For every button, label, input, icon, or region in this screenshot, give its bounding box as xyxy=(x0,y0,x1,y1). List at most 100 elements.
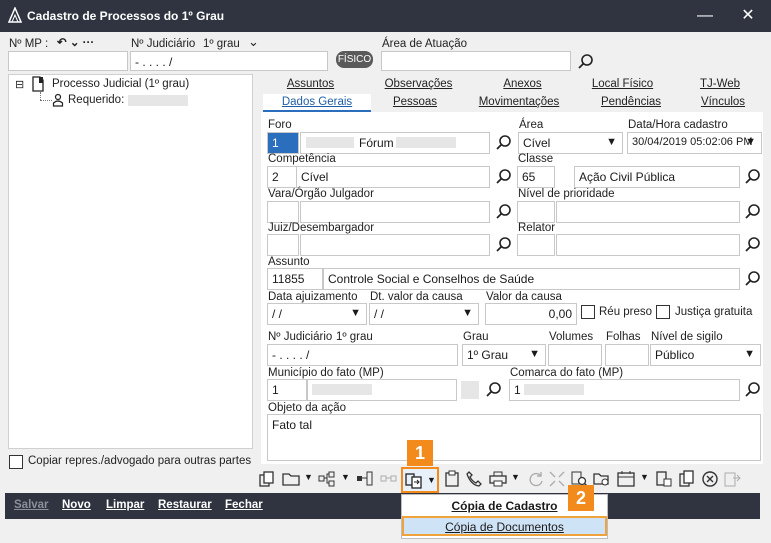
nj-search-input[interactable]: - . . . . / xyxy=(130,51,328,71)
justica-gratuita-checkbox[interactable] xyxy=(656,305,670,319)
tab-tj-web[interactable]: TJ-Web xyxy=(680,76,760,94)
relator-label: Relator xyxy=(518,222,556,234)
copy-icon[interactable] xyxy=(258,470,276,488)
close-button[interactable]: ✕ xyxy=(726,0,770,32)
assunto-name-input[interactable]: Controle Social e Conselhos de Saúde xyxy=(323,268,740,290)
hierarchy-dropdown-icon[interactable]: ▼ xyxy=(341,472,350,482)
area-atuacao-input[interactable] xyxy=(381,51,571,71)
vara-code-input[interactable] xyxy=(267,201,299,223)
classe-search-icon[interactable] xyxy=(743,167,763,187)
sigilo-select[interactable]: Público ▼ xyxy=(650,344,761,366)
prioridade-search-icon[interactable] xyxy=(743,202,763,222)
copy-documents-icon[interactable] xyxy=(405,471,423,489)
foro-code-input[interactable]: 1 xyxy=(267,132,299,154)
nj-form-input[interactable]: - . . . . / xyxy=(267,344,458,366)
objeto-textarea[interactable]: Fato tal xyxy=(267,414,761,461)
comarca-search-icon[interactable] xyxy=(743,380,763,400)
calendar-dropdown-icon[interactable]: ▼ xyxy=(640,472,649,482)
tab-pendencias[interactable]: Pendências xyxy=(582,94,680,112)
nmp-label: Nº MP : xyxy=(9,38,49,50)
phone-icon[interactable] xyxy=(465,470,483,488)
expand-icon xyxy=(549,471,565,487)
app-icon xyxy=(8,7,22,23)
tab-anexos[interactable]: Anexos xyxy=(480,76,565,94)
limpar-button[interactable]: Limpar xyxy=(106,499,144,511)
restaurar-button[interactable]: Restaurar xyxy=(158,499,212,511)
competencia-name-input[interactable]: Cível xyxy=(296,166,490,188)
vara-name-input[interactable] xyxy=(300,201,490,223)
foro-name-prefix: Fórum xyxy=(359,136,394,150)
link-node-icon[interactable] xyxy=(356,470,374,488)
relator-code-input[interactable] xyxy=(517,234,555,256)
print-icon[interactable] xyxy=(489,470,507,488)
municipio-code-input[interactable]: 1 xyxy=(267,379,307,401)
tree-child-label[interactable]: Requerido: xyxy=(68,94,124,106)
juiz-search-icon[interactable] xyxy=(494,235,514,255)
attach-doc-icon[interactable] xyxy=(655,470,673,488)
nj-grau-chevron-icon[interactable]: ⌄ xyxy=(248,34,259,50)
vara-search-icon[interactable] xyxy=(494,202,514,222)
datahora-value: 30/04/2019 05:02:06 PM xyxy=(632,136,753,148)
tab-local-fisico[interactable]: Local Físico xyxy=(570,76,675,94)
tree-root-label[interactable]: Processo Judicial (1º grau) xyxy=(52,78,189,90)
search-icon[interactable] xyxy=(576,52,596,72)
salvar-button[interactable]: Salvar xyxy=(14,499,49,511)
cancel-doc-icon[interactable] xyxy=(701,470,719,488)
foro-search-icon[interactable] xyxy=(494,133,514,153)
nmp-input[interactable] xyxy=(8,51,128,71)
volumes-input[interactable] xyxy=(548,344,602,366)
print-dropdown-icon[interactable]: ▼ xyxy=(511,472,520,482)
hierarchy-icon[interactable] xyxy=(318,470,336,488)
folder-search-icon[interactable] xyxy=(593,470,611,488)
paste-icon[interactable] xyxy=(443,470,461,488)
tab-dados-gerais[interactable]: Dados Gerais xyxy=(263,94,371,112)
valor-causa-input[interactable]: 0,00 xyxy=(485,303,577,325)
folder-dropdown-icon[interactable]: ▼ xyxy=(304,472,313,482)
tab-vinculos[interactable]: Vínculos xyxy=(684,94,762,112)
dt-valor-select[interactable]: / / ▼ xyxy=(369,303,479,325)
menu-copia-documentos[interactable]: Cópia de Documentos xyxy=(402,516,607,536)
reu-preso-checkbox[interactable] xyxy=(581,305,595,319)
classe-name-input[interactable]: Ação Civil Pública xyxy=(574,166,740,188)
copy-repres-checkbox[interactable] xyxy=(9,455,23,469)
calendar-icon[interactable] xyxy=(617,470,635,488)
chevron-down-icon: ▼ xyxy=(350,307,361,319)
title-bar: Cadastro de Processos do 1º Grau — ✕ xyxy=(0,0,771,32)
datahora-label: Data/Hora cadastro xyxy=(628,119,728,131)
doc-stack-icon[interactable] xyxy=(678,470,696,488)
relator-name-input[interactable] xyxy=(556,234,740,256)
area-select[interactable]: Cível ▼ xyxy=(518,132,623,154)
tab-pessoas[interactable]: Pessoas xyxy=(375,94,455,112)
competencia-search-icon[interactable] xyxy=(494,167,514,187)
juiz-label: Juiz/Desembargador xyxy=(268,222,375,234)
novo-button[interactable]: Novo xyxy=(62,499,91,511)
municipio-search-icon[interactable] xyxy=(484,380,504,400)
folder-icon[interactable] xyxy=(282,470,300,488)
copy-dropdown-icon[interactable]: ▼ xyxy=(427,475,436,485)
tab-movimentacoes[interactable]: Movimentações xyxy=(460,94,578,112)
juiz-code-input[interactable] xyxy=(267,234,299,256)
fechar-button[interactable]: Fechar xyxy=(225,499,263,511)
redacted-foro-b xyxy=(396,137,456,148)
redacted-municipio xyxy=(312,384,372,395)
competencia-code-input[interactable]: 2 xyxy=(267,166,299,188)
nmp-nav-icons[interactable]: ↶ ⌄ ··· xyxy=(57,35,94,49)
prioridade-name-input[interactable] xyxy=(556,201,740,223)
tree-collapse-icon[interactable]: ⊟ xyxy=(15,78,24,91)
classe-code-input[interactable]: 65 xyxy=(517,166,555,188)
folhas-input[interactable] xyxy=(605,344,649,366)
grau-select[interactable]: 1º Grau ▼ xyxy=(462,344,546,366)
tab-observacoes[interactable]: Observações xyxy=(362,76,475,94)
export-doc-icon xyxy=(724,472,741,487)
assunto-code-input[interactable]: 11855 xyxy=(267,268,323,290)
chevron-down-icon: ▼ xyxy=(529,348,540,360)
assunto-search-icon[interactable] xyxy=(743,269,763,289)
tab-assuntos[interactable]: Assuntos xyxy=(263,76,358,94)
datahora-select[interactable]: 30/04/2019 05:02:06 PM ▼ xyxy=(627,132,762,154)
data-ajuizamento-select[interactable]: / / ▼ xyxy=(267,303,367,325)
chevron-down-icon: ▼ xyxy=(606,136,617,148)
prioridade-code-input[interactable] xyxy=(517,201,555,223)
juiz-name-input[interactable] xyxy=(300,234,490,256)
relator-search-icon[interactable] xyxy=(743,235,763,255)
minimize-button[interactable]: — xyxy=(683,0,727,32)
